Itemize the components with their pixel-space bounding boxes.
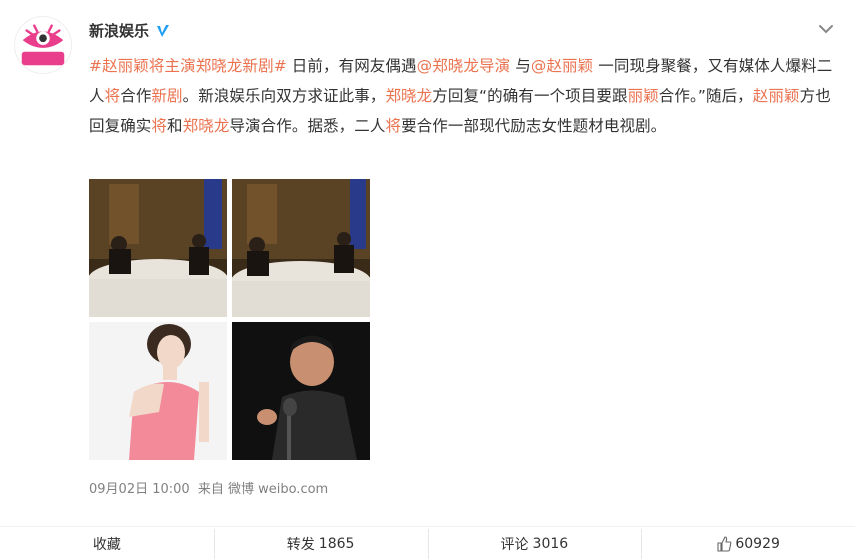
thumbs-up-icon [717, 535, 732, 552]
post-source[interactable]: 来自 微博 weibo.com [198, 482, 328, 497]
repost-button[interactable]: 转发 1865 [213, 527, 428, 560]
repost-count: 1865 [318, 535, 355, 552]
post-image-dinner-2[interactable] [232, 179, 370, 317]
favorite-button[interactable]: 收藏 [0, 527, 214, 560]
like-count: 60929 [735, 535, 780, 552]
mention-link-zhao-liying[interactable]: @赵丽颖 [531, 57, 593, 75]
image-grid [89, 179, 370, 460]
mention-link-zheng-xiaolong[interactable]: @郑晓龙导演 [417, 57, 511, 75]
post-image-portrait-actress[interactable] [89, 322, 227, 460]
avatar[interactable] [14, 16, 72, 74]
sina-ent-logo [15, 17, 71, 73]
comment-label: 评论 [500, 536, 529, 553]
like-button[interactable]: 60929 [641, 527, 855, 560]
repost-label: 转发 [286, 536, 315, 553]
post-text: #赵丽颖将主演郑晓龙新剧# 日前，有网友偶遇@郑晓龙导演 与@赵丽颖 一同现身聚… [89, 57, 833, 135]
account-name[interactable]: 新浪娱乐 [89, 20, 149, 41]
topic-link[interactable]: #赵丽颖将主演郑晓龙新剧# [89, 57, 287, 75]
post-meta: 09月02日 10:00 来自 微博 weibo.com [89, 478, 332, 497]
comment-button[interactable]: 评论 3016 [427, 527, 642, 560]
post-date[interactable]: 09月02日 10:00 [89, 482, 190, 497]
verified-v-icon [157, 24, 170, 37]
comment-count: 3016 [532, 535, 569, 552]
post-image-dinner-1[interactable] [89, 179, 227, 317]
chevron-down-icon[interactable] [817, 22, 835, 36]
favorite-label: 收藏 [92, 536, 121, 553]
post-image-portrait-director[interactable] [232, 322, 370, 460]
action-bar: 收藏 转发 1865 评论 3016 60929 [0, 526, 855, 560]
post-header: 新浪娱乐 [89, 20, 171, 41]
